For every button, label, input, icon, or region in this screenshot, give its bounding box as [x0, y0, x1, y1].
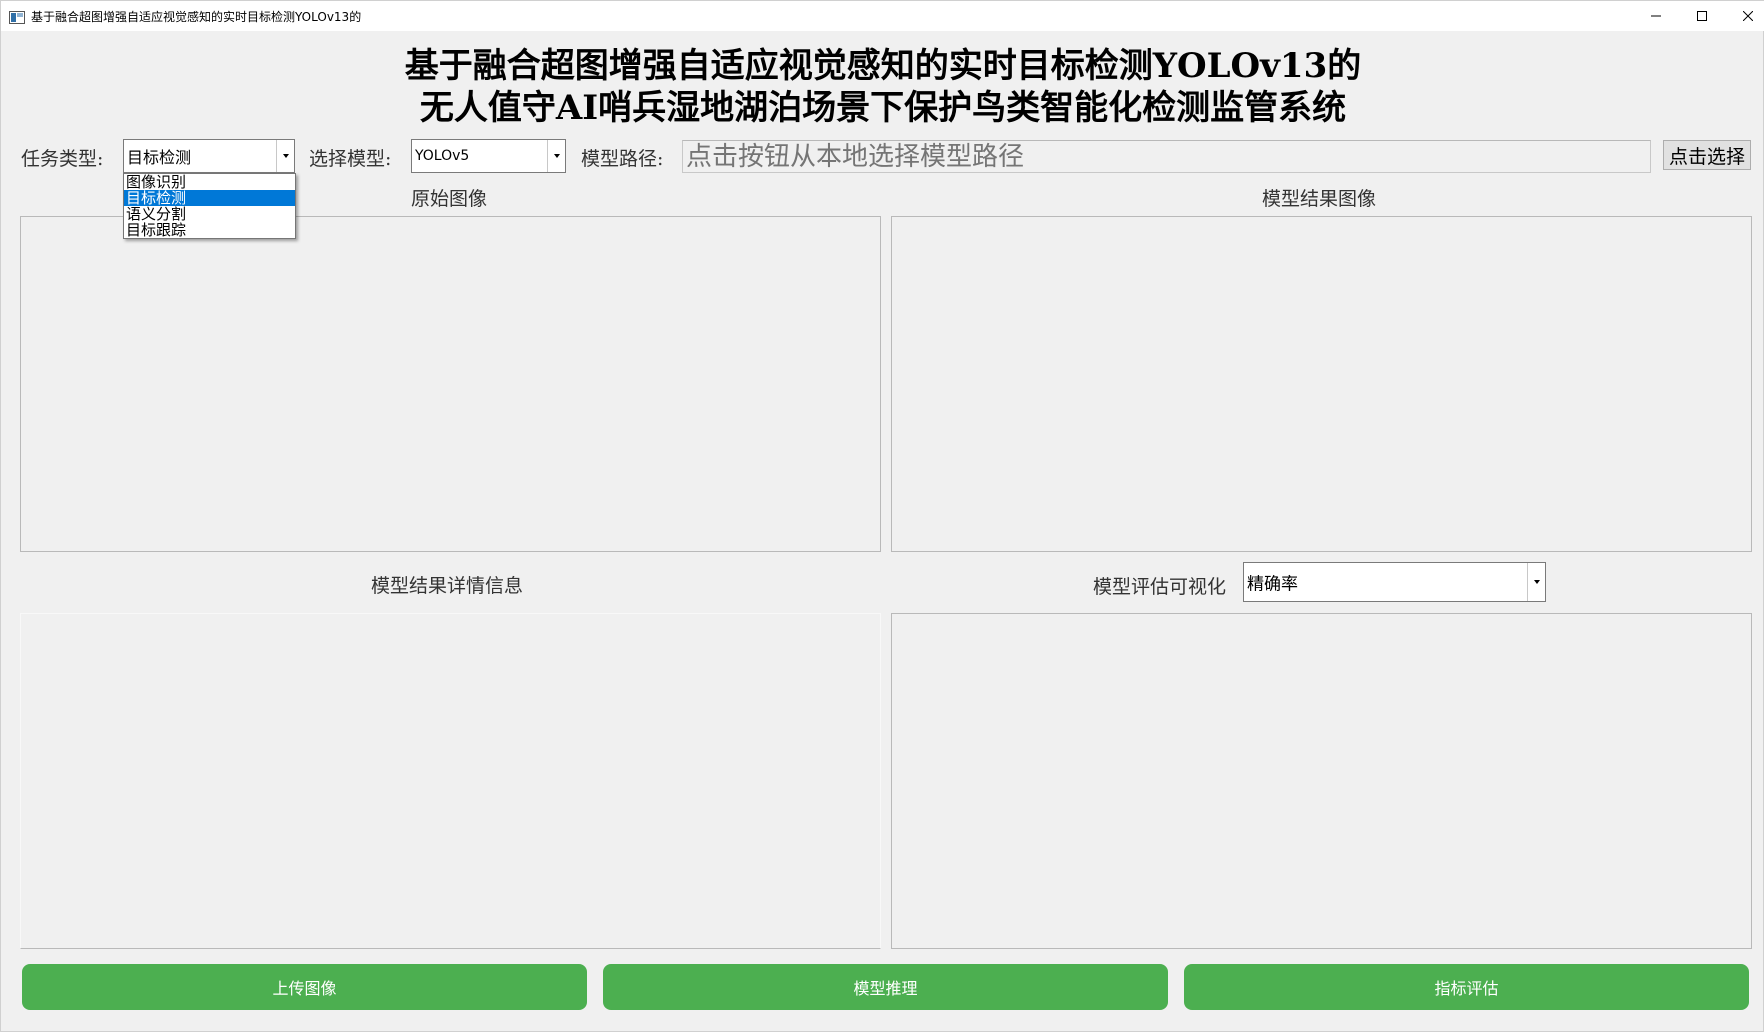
- page-title-line-1: 基于融合超图增强自适应视觉感知的实时目标检测YOLOv13的: [404, 46, 1362, 86]
- close-icon: [1743, 11, 1753, 21]
- original-image-panel: [20, 216, 881, 552]
- select-model-label: 选择模型:: [309, 148, 392, 170]
- model-path-label: 模型路径:: [581, 148, 664, 170]
- chevron-down-icon: [553, 154, 560, 158]
- close-button[interactable]: [1725, 1, 1764, 31]
- task-type-dropdown[interactable]: 图像识别 目标检测 语义分割 目标跟踪: [123, 173, 296, 239]
- select-path-button[interactable]: 点击选择: [1663, 140, 1751, 170]
- result-details-panel[interactable]: [20, 613, 881, 949]
- app-window: 基于融合超图增强自适应视觉感知的实时目标检测YOLOv13的 基于融合超图增强自…: [0, 0, 1764, 1032]
- eval-metric-value: 精确率: [1247, 574, 1298, 595]
- window-title: 基于融合超图增强自适应视觉感知的实时目标检测YOLOv13的: [31, 10, 362, 24]
- task-type-label: 任务类型:: [21, 148, 104, 170]
- model-select-arrow[interactable]: [547, 140, 565, 172]
- eval-visualization-label: 模型评估可视化: [1093, 576, 1227, 598]
- minimize-button[interactable]: [1633, 1, 1679, 31]
- eval-metric-arrow[interactable]: [1527, 563, 1545, 601]
- maximize-icon: [1697, 11, 1707, 21]
- task-type-arrow[interactable]: [276, 140, 294, 172]
- result-image-panel: [891, 216, 1752, 552]
- dropdown-option[interactable]: 目标检测: [124, 190, 295, 206]
- result-details-title: 模型结果详情信息: [371, 575, 524, 597]
- task-type-select[interactable]: 目标检测: [123, 139, 295, 173]
- chevron-down-icon: [282, 154, 289, 158]
- app-icon: [9, 9, 25, 24]
- page-title: 基于融合超图增强自适应视觉感知的实时目标检测YOLOv13的 无人值守AI哨兵湿…: [1, 45, 1764, 129]
- chevron-down-icon: [1533, 580, 1540, 584]
- dropdown-option[interactable]: 图像识别: [124, 174, 295, 190]
- model-inference-button[interactable]: 模型推理: [603, 964, 1168, 1010]
- dropdown-option[interactable]: 目标跟踪: [124, 222, 295, 238]
- task-type-value: 目标检测: [127, 148, 192, 167]
- eval-visualization-panel: [891, 613, 1752, 949]
- minimize-icon: [1651, 15, 1661, 17]
- model-value: YOLOv5: [415, 148, 470, 164]
- model-path-input[interactable]: [682, 140, 1651, 173]
- model-select[interactable]: YOLOv5: [411, 139, 566, 173]
- result-image-title: 模型结果图像: [1262, 188, 1377, 210]
- dropdown-option[interactable]: 语义分割: [124, 206, 295, 222]
- title-bar[interactable]: 基于融合超图增强自适应视觉感知的实时目标检测YOLOv13的: [1, 1, 1764, 31]
- original-image-title: 原始图像: [411, 188, 488, 210]
- metric-evaluation-button[interactable]: 指标评估: [1184, 964, 1749, 1010]
- upload-image-button[interactable]: 上传图像: [22, 964, 587, 1010]
- eval-metric-select[interactable]: 精确率: [1243, 562, 1546, 602]
- maximize-button[interactable]: [1679, 1, 1725, 31]
- page-title-line-2: 无人值守AI哨兵湿地湖泊场景下保护鸟类智能化检测监管系统: [419, 88, 1347, 128]
